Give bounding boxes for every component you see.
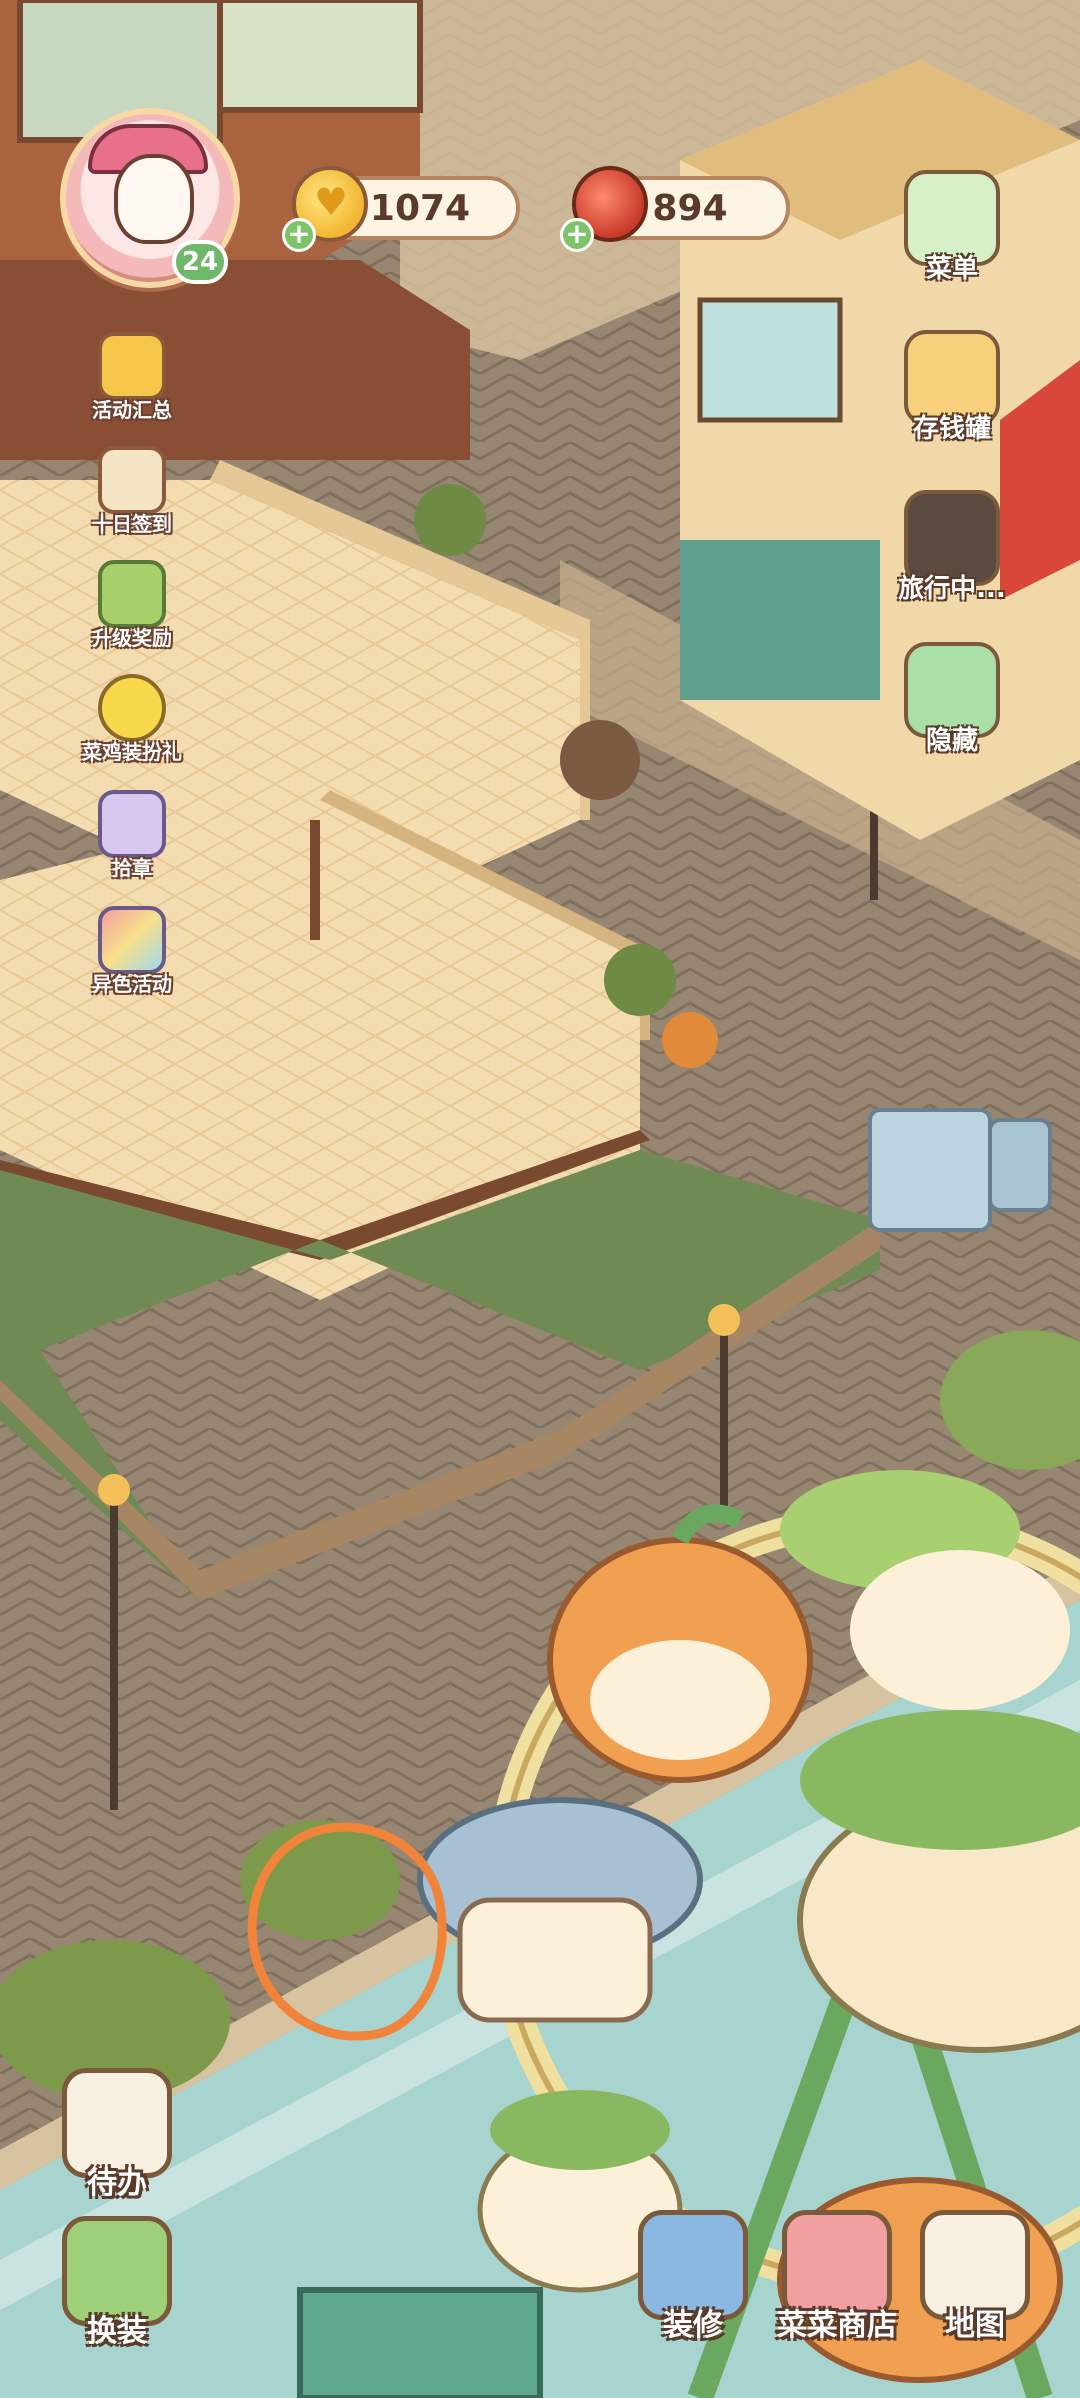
map-button[interactable]: 地图	[910, 2210, 1040, 2360]
left-menu-label: 异色活动	[92, 972, 172, 996]
menu-button[interactable]: 菜单	[892, 170, 1012, 290]
decorate-button[interactable]: 装修	[628, 2210, 758, 2360]
todo-button[interactable]: 待办	[52, 2068, 182, 2218]
chick-icon	[98, 674, 166, 742]
left-menu-label: 活动汇总	[92, 398, 172, 422]
dress-up-button[interactable]: 换装	[52, 2216, 182, 2366]
shop-button[interactable]: 菜菜商店	[772, 2210, 902, 2360]
left-menu-color-variant-event[interactable]: 异色活动	[72, 906, 192, 1016]
shop-label: 菜菜商店	[777, 2308, 897, 2343]
crown-icon	[98, 332, 166, 400]
left-menu-collect-badge[interactable]: 拾章	[72, 790, 192, 900]
left-menu-label: 升级奖励	[92, 626, 172, 650]
left-menu-label: 十日签到	[92, 512, 172, 536]
dress-up-label: 换装	[87, 2314, 147, 2349]
rainbow-icon	[98, 906, 166, 974]
hide-label: 隐藏	[925, 726, 978, 756]
decorate-label: 装修	[663, 2308, 723, 2343]
piggy-bank-label: 存钱罐	[912, 414, 991, 444]
hide-ui-button[interactable]: 隐藏	[892, 642, 1012, 762]
add-fruit-icon[interactable]: +	[560, 218, 594, 252]
calendar-pot-icon	[98, 446, 166, 514]
left-menu-level-rewards[interactable]: 升级奖励	[72, 560, 192, 670]
player-level-badge: 24	[172, 240, 228, 284]
fruit-value: 894	[652, 187, 728, 229]
map-label: 地图	[945, 2308, 1005, 2343]
gift-arrow-icon	[98, 560, 166, 628]
piggy-bank-button[interactable]: 存钱罐	[892, 330, 1012, 450]
left-menu-label: 菜鸡装扮礼	[82, 740, 182, 764]
left-menu-chick-outfit-gift[interactable]: 菜鸡装扮礼	[72, 674, 192, 784]
avatar-face	[114, 154, 194, 244]
coin-value: 1074	[369, 187, 471, 229]
menu-label: 菜单	[925, 254, 978, 284]
traveling-button[interactable]: 旅行中...	[892, 490, 1012, 610]
add-coins-icon[interactable]: +	[282, 218, 316, 252]
left-menu-label: 拾章	[112, 856, 152, 880]
left-menu-ten-day-checkin[interactable]: 十日签到	[72, 446, 192, 556]
left-menu-event-summary[interactable]: 活动汇总	[72, 332, 192, 442]
badge-icon	[98, 790, 166, 858]
todo-label: 待办	[87, 2166, 147, 2201]
traveling-label: 旅行中...	[898, 574, 1006, 604]
